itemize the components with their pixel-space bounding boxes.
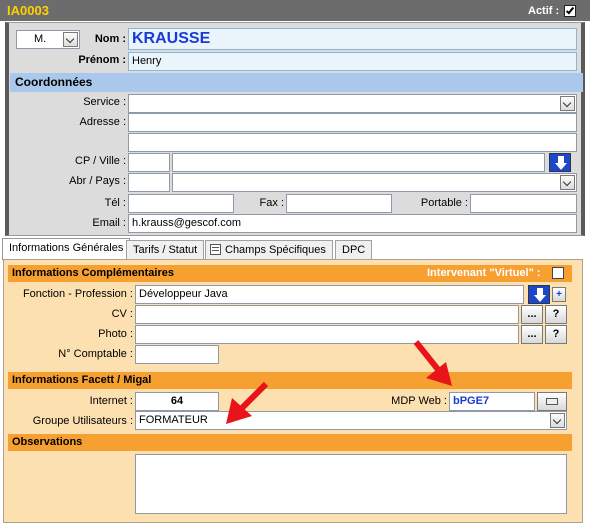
adresse-label: Adresse :: [79, 116, 126, 128]
tel-field[interactable]: [128, 194, 234, 213]
ville-lookup-button[interactable]: [549, 153, 571, 172]
tab-champs-specifiques[interactable]: Champs Spécifiques: [205, 240, 333, 260]
observations-textarea[interactable]: [135, 454, 567, 514]
actif-label: Actif :: [528, 5, 560, 17]
cv-browse-button[interactable]: ...: [521, 305, 543, 324]
abr-field[interactable]: [128, 173, 170, 192]
cv-label: CV :: [111, 308, 133, 320]
adresse-line1-field[interactable]: [128, 113, 577, 132]
ville-field[interactable]: [172, 153, 545, 172]
chevron-down-icon[interactable]: [550, 413, 565, 428]
tab-informations-generales[interactable]: Informations Générales: [2, 238, 131, 260]
cv-help-button[interactable]: ?: [545, 305, 567, 324]
chevron-down-icon[interactable]: [560, 175, 575, 190]
facett-header: Informations Facett / Migal: [8, 372, 572, 389]
nom-label: Nom :: [94, 33, 126, 45]
observations-header: Observations: [8, 434, 572, 451]
tab-tarifs-statut[interactable]: Tarifs / Statut: [126, 240, 205, 260]
tab-dpc[interactable]: DPC: [335, 240, 373, 260]
photo-label: Photo :: [98, 328, 133, 340]
record-id: IA0003: [7, 3, 49, 18]
email-label: Email :: [92, 217, 126, 229]
chevron-down-icon[interactable]: [63, 32, 78, 47]
prenom-field[interactable]: Henry: [128, 52, 577, 71]
tel-label: Tél :: [104, 197, 126, 209]
portable-field[interactable]: [470, 194, 577, 213]
fax-label: Fax :: [259, 197, 284, 209]
comptable-field[interactable]: [135, 345, 219, 364]
photo-field[interactable]: [135, 325, 519, 344]
portable-label: Portable :: [420, 197, 468, 209]
service-label: Service :: [83, 96, 126, 108]
title-bar: [0, 0, 590, 21]
cp-field[interactable]: [128, 153, 170, 172]
comptable-label: N° Comptable :: [58, 348, 133, 360]
service-select[interactable]: [128, 94, 577, 113]
pays-select[interactable]: [172, 173, 577, 192]
add-fonction-button[interactable]: +: [552, 287, 566, 302]
fonction-field[interactable]: Développeur Java: [135, 285, 524, 304]
nom-field[interactable]: KRAUSSE: [128, 28, 577, 50]
photo-help-button[interactable]: ?: [545, 325, 567, 344]
intervenant-label: Intervenant "Virtuel" :: [427, 267, 541, 279]
form-icon: [210, 244, 221, 255]
intervenant-checkbox[interactable]: [552, 267, 564, 279]
mdp-field[interactable]: bPGE7: [449, 392, 535, 411]
civility-select[interactable]: M.: [16, 30, 80, 49]
actif-checkbox[interactable]: [564, 5, 576, 17]
fonction-lookup-button[interactable]: [528, 285, 550, 304]
abr-pays-label: Abr / Pays :: [69, 175, 126, 187]
fonction-label: Fonction - Profession :: [22, 288, 133, 300]
coordonnees-header: Coordonnées: [10, 73, 583, 92]
internet-label: Internet :: [89, 395, 133, 407]
groupe-select[interactable]: FORMATEUR: [135, 411, 567, 430]
email-field[interactable]: h.krauss@gescof.com: [128, 214, 577, 233]
cp-ville-label: CP / Ville :: [75, 155, 126, 167]
fax-field[interactable]: [286, 194, 392, 213]
prenom-label: Prénom :: [78, 54, 126, 66]
photo-browse-button[interactable]: ...: [521, 325, 543, 344]
check-icon: [565, 5, 575, 15]
key-icon: [546, 398, 558, 405]
cv-field[interactable]: [135, 305, 519, 324]
groupe-label: Groupe Utilisateurs :: [32, 415, 133, 427]
chevron-down-icon[interactable]: [560, 96, 575, 111]
adresse-line2-field[interactable]: [128, 133, 577, 152]
mdp-label: MDP Web :: [391, 395, 447, 407]
internet-field[interactable]: 64: [135, 392, 219, 411]
mdp-generate-button[interactable]: [537, 392, 567, 411]
